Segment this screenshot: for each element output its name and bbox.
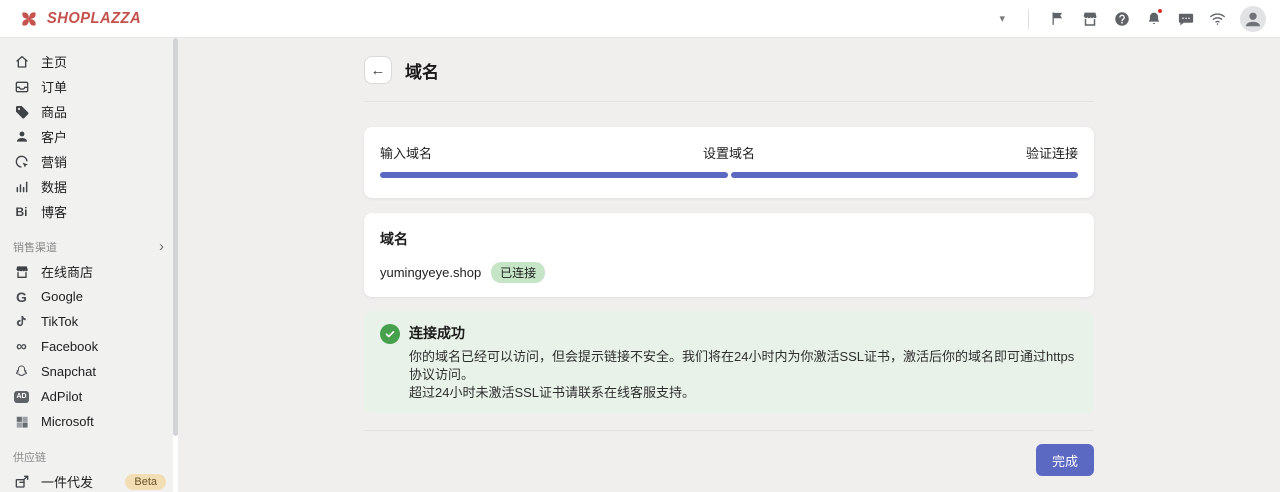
help-icon[interactable]	[1112, 9, 1131, 28]
flag-icon[interactable]	[1048, 9, 1067, 28]
products-tag-icon	[13, 103, 30, 120]
page-title: 域名	[405, 58, 439, 83]
snapchat-ghost-icon	[13, 363, 30, 380]
steps-card: 输入域名 设置域名 验证连接	[364, 127, 1094, 198]
sidebar-item-label: 博客	[41, 202, 67, 221]
sidebar-item-label: Snapchat	[41, 364, 96, 379]
step-verify-connection: 验证连接	[1026, 143, 1078, 162]
sidebar-item-tiktok[interactable]: TikTok	[0, 309, 178, 334]
main-content: ← 域名 输入域名 设置域名 验证连接 域名 yumingyeye.shop 已…	[178, 38, 1280, 492]
sidebar-item-label: TikTok	[41, 314, 78, 329]
sidebar-section-sales-channels: 销售渠道 ›	[0, 234, 178, 259]
sidebar-item-marketing[interactable]: 营销	[0, 149, 178, 174]
topbar-actions: ▾	[999, 6, 1266, 32]
sidebar-item-label: Facebook	[41, 339, 98, 354]
done-button[interactable]: 完成	[1036, 444, 1094, 476]
sidebar-item-label: 客户	[41, 127, 67, 146]
sidebar-item-customers[interactable]: 客户	[0, 124, 178, 149]
home-icon	[13, 53, 30, 70]
success-check-icon	[380, 324, 400, 344]
notifications-bell-icon[interactable]	[1144, 9, 1163, 28]
chevron-right-icon[interactable]: ›	[159, 239, 164, 254]
sidebar-item-label: 数据	[41, 177, 67, 196]
sidebar-item-label: AdPilot	[41, 389, 82, 404]
sidebar-item-blog[interactable]: Bi 博客	[0, 199, 178, 224]
analytics-bars-icon	[13, 178, 30, 195]
topbar-divider	[1028, 9, 1029, 29]
orders-icon	[13, 78, 30, 95]
shoplazza-logo[interactable]: SHOPLAZZA	[18, 8, 149, 30]
google-icon: G	[13, 288, 30, 305]
success-title: 连接成功	[409, 323, 1078, 343]
beta-badge: Beta	[125, 474, 166, 490]
section-header-label: 供应链	[13, 449, 46, 465]
progress-segment-2	[731, 172, 1079, 178]
section-header-label: 销售渠道	[13, 239, 57, 255]
sidebar-item-microsoft[interactable]: Microsoft	[0, 409, 178, 434]
connected-status-badge: 已连接	[491, 262, 545, 283]
meta-icon: ∞	[13, 338, 30, 355]
microsoft-icon	[13, 413, 30, 430]
sidebar-item-label: 在线商店	[41, 262, 93, 281]
progress-segment-1	[380, 172, 728, 178]
storefront-icon	[13, 263, 30, 280]
page-header: ← 域名	[364, 38, 1094, 84]
adpilot-icon: AD	[13, 388, 30, 405]
domain-card-title: 域名	[380, 229, 1078, 249]
sidebar-item-label: Microsoft	[41, 414, 94, 429]
back-button[interactable]: ←	[364, 56, 392, 84]
step-enter-domain: 输入域名	[380, 143, 432, 162]
topbar: SHOPLAZZA ▾	[0, 0, 1280, 38]
sidebar-item-orders[interactable]: 订单	[0, 74, 178, 99]
network-wifi-icon[interactable]	[1208, 9, 1227, 28]
header-divider	[364, 101, 1094, 102]
sidebar-item-home[interactable]: 主页	[0, 49, 178, 74]
sidebar-item-google[interactable]: G Google	[0, 284, 178, 309]
sidebar-section-supply-chain: 供应链	[0, 444, 178, 469]
sidebar-item-label: 订单	[41, 77, 67, 96]
notification-dot	[1157, 8, 1163, 14]
customers-icon	[13, 128, 30, 145]
tiktok-icon	[13, 313, 30, 330]
sidebar-item-label: Google	[41, 289, 83, 304]
chat-icon[interactable]	[1176, 9, 1195, 28]
account-avatar[interactable]	[1240, 6, 1266, 32]
sidebar: 主页 订单 商品 客户	[0, 38, 178, 492]
store-dropdown-caret-icon[interactable]: ▾	[999, 12, 1005, 25]
sidebar-item-dropshipping[interactable]: 一件代发 Beta	[0, 469, 178, 492]
success-line-1: 你的域名已经可以访问，但会提示链接不安全。我们将在24小时内为你激活SSL证书，…	[409, 348, 1078, 384]
brand-wordmark: SHOPLAZZA	[47, 10, 141, 28]
storefront-icon[interactable]	[1080, 9, 1099, 28]
sidebar-item-online-store[interactable]: 在线商店	[0, 259, 178, 284]
dropship-box-icon	[13, 473, 30, 490]
domain-card: 域名 yumingyeye.shop 已连接	[364, 213, 1094, 297]
progress-bar	[380, 172, 1078, 178]
sidebar-item-label: 商品	[41, 102, 67, 121]
sidebar-item-adpilot[interactable]: AD AdPilot	[0, 384, 178, 409]
footer-divider	[364, 430, 1094, 431]
marketing-icon	[13, 153, 30, 170]
success-banner: 连接成功 你的域名已经可以访问，但会提示链接不安全。我们将在24小时内为你激活S…	[364, 311, 1094, 414]
sidebar-item-products[interactable]: 商品	[0, 99, 178, 124]
back-arrow-icon: ←	[371, 62, 386, 79]
sidebar-item-label: 主页	[41, 52, 67, 71]
sidebar-item-label: 营销	[41, 152, 67, 171]
sidebar-item-snapchat[interactable]: Snapchat	[0, 359, 178, 384]
domain-name: yumingyeye.shop	[380, 265, 481, 280]
sidebar-item-label: 一件代发	[41, 472, 93, 491]
blog-icon: Bi	[13, 203, 30, 220]
success-line-2: 超过24小时未激活SSL证书请联系在线客服支持。	[409, 384, 1078, 402]
sidebar-item-analytics[interactable]: 数据	[0, 174, 178, 199]
step-set-domain: 设置域名	[703, 143, 755, 162]
step-labels: 输入域名 设置域名 验证连接	[380, 143, 1078, 162]
shoplazza-pinwheel-icon	[18, 8, 40, 30]
sidebar-item-facebook[interactable]: ∞ Facebook	[0, 334, 178, 359]
